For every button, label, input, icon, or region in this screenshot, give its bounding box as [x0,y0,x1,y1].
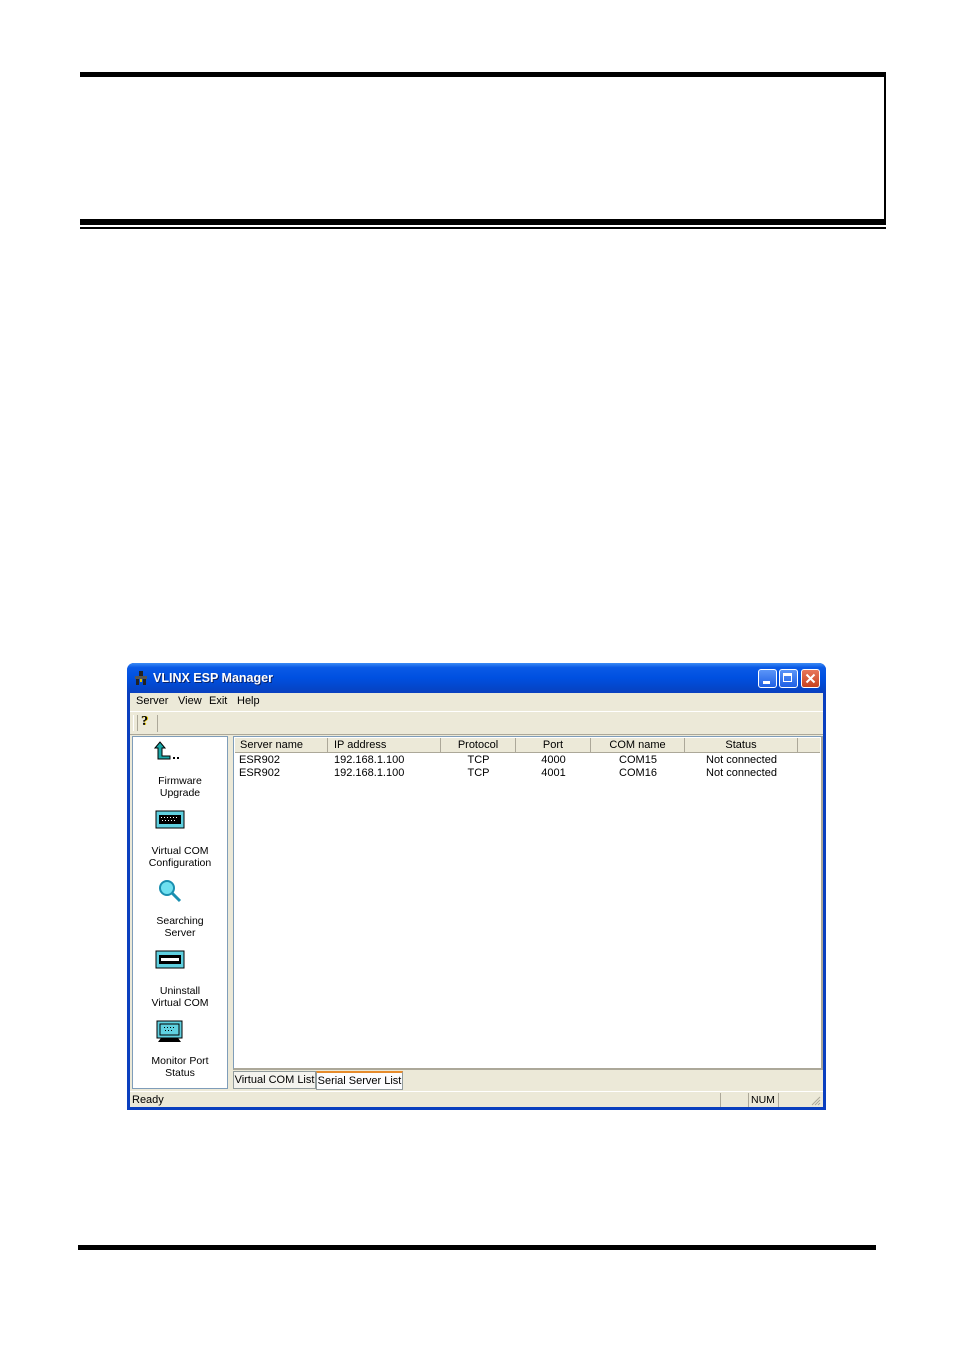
column-header-protocol[interactable]: Protocol [441,738,516,753]
minimize-button[interactable] [758,669,777,688]
cell-status: Not connected [706,767,777,779]
maximize-icon [783,673,792,682]
resize-grip-icon[interactable] [810,1095,821,1106]
serial-server-list[interactable]: Server name IP address Protocol Port COM… [233,736,823,1070]
menu-view[interactable]: View [178,695,202,707]
cell-port: 4000 [541,754,566,766]
cell-protocol: TCP [467,754,490,766]
help-icon: ? [141,714,148,729]
status-bar: Ready NUM [130,1091,823,1108]
help-button[interactable]: ? [139,714,158,732]
menu-exit[interactable]: Exit [209,695,227,707]
header-rule-right [884,72,886,225]
shortcut-monitor-port-status[interactable]: Monitor Port Status [133,1013,227,1079]
app-window: VLINX ESP Manager Server View Exit Help … [127,663,826,1110]
minimize-icon [763,681,770,684]
cell-protocol: TCP [467,767,490,779]
window-title: VLINX ESP Manager [153,671,273,685]
status-panel [720,1093,748,1107]
shortcut-searching-server[interactable]: Searching Server [133,873,227,939]
column-header-com-name[interactable]: COM name [591,738,685,753]
shortcut-label: Firmware [158,775,202,787]
footer-rule [78,1245,876,1250]
column-header-port[interactable]: Port [516,738,591,753]
cell-ip-address: 192.168.1.100 [334,754,405,766]
close-button[interactable] [801,669,820,688]
cell-server-name: ESR902 [239,754,280,766]
header-rule-top [80,72,885,77]
toolbar: ? [130,711,823,735]
firmware-upgrade-icon [153,741,179,760]
shortcut-uninstall-virtual-com[interactable]: Uninstall Virtual COM [133,943,227,1009]
close-icon [805,673,816,684]
table-row[interactable]: ESR902 192.168.1.100 TCP 4000 COM15 Not … [234,754,819,767]
cell-server-name: ESR902 [239,767,280,779]
column-header-filler [798,738,820,753]
cell-port: 4001 [541,767,566,779]
toolbar-grip[interactable] [133,715,138,731]
menu-server[interactable]: Server [136,695,168,707]
cell-com-name: COM15 [619,754,657,766]
column-header-ip-address[interactable]: IP address [328,738,441,753]
tab-serial-server-list[interactable]: Serial Server List [316,1071,403,1090]
maximize-button[interactable] [779,669,798,688]
shortcut-virtual-com-configuration[interactable]: Virtual COM Configuration [133,803,227,869]
shortcut-label: Virtual COM [151,997,209,1009]
shortcut-label: Uninstall [159,985,201,997]
cell-status: Not connected [706,754,777,766]
menu-help[interactable]: Help [237,695,260,707]
status-num: NUM [748,1093,778,1107]
shortcut-label: Monitor Port [151,1055,209,1067]
title-bar[interactable]: VLINX ESP Manager [127,663,826,693]
cell-com-name: COM16 [619,767,657,779]
virtual-com-configuration-icon [155,810,185,829]
shortcut-label: Upgrade [159,787,201,799]
window-client: Server View Exit Help ? Firmware Upgrade [130,693,823,1107]
shortcut-label: Server [164,927,196,939]
tab-virtual-com-list[interactable]: Virtual COM List [233,1071,316,1089]
status-text: Ready [132,1094,164,1106]
table-row[interactable]: ESR902 192.168.1.100 TCP 4001 COM16 Not … [234,767,819,780]
shortcut-label: Virtual COM [151,845,209,857]
column-header-status[interactable]: Status [685,738,798,753]
shortcut-firmware-upgrade[interactable]: Firmware Upgrade [133,737,227,802]
uninstall-virtual-com-icon [155,950,185,969]
column-header-server-name[interactable]: Server name [235,738,328,753]
shortcut-label: Searching [156,915,204,927]
cell-ip-address: 192.168.1.100 [334,767,405,779]
shortcut-label: Configuration [148,857,212,869]
header-rule-bottom-thin [80,227,886,229]
app-icon [135,671,147,685]
header-rule-bottom [80,219,886,225]
monitor-port-status-icon [156,1020,183,1042]
status-panel [778,1093,806,1107]
shortcut-label: Status [165,1067,195,1079]
menu-bar: Server View Exit Help [130,693,823,710]
shortcut-panel: Firmware Upgrade Virtual COM Configurati… [132,736,228,1089]
searching-server-icon [159,880,182,903]
